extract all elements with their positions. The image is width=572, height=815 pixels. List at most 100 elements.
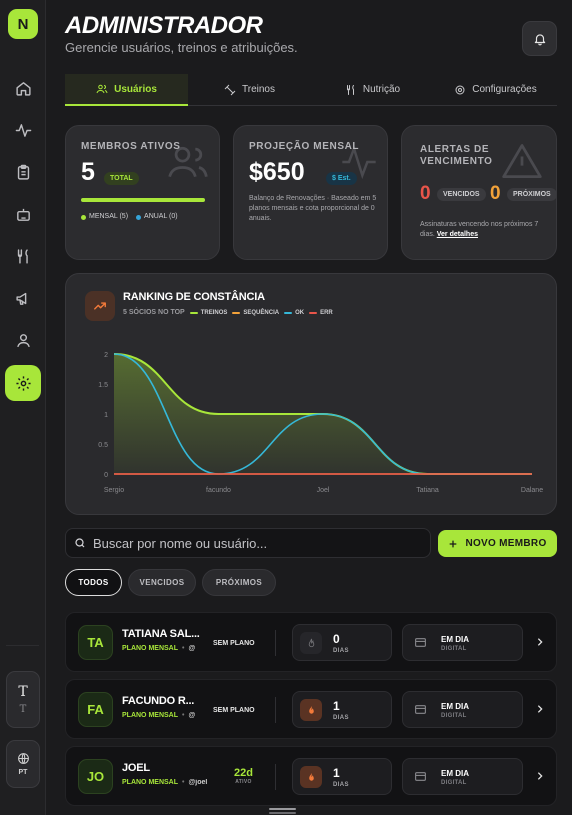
member-status: SEM PLANO (213, 707, 255, 714)
member-name: TATIANA SAL... (122, 628, 200, 640)
chevron-right-icon[interactable] (535, 635, 545, 649)
payment-type: DIGITAL (441, 713, 467, 719)
credit-card-icon (415, 638, 426, 647)
x-tick-label: Sergio (104, 487, 124, 494)
app-logo[interactable]: N (8, 9, 38, 39)
avatar: JO (78, 759, 113, 794)
search-icon (75, 538, 85, 548)
dumbbell-icon (224, 84, 236, 95)
robot-icon[interactable] (6, 197, 40, 231)
x-tick-label: Joel (317, 487, 330, 494)
members-progress-track (81, 198, 205, 202)
members-count: 5 (81, 158, 95, 186)
payment-type: DIGITAL (441, 780, 467, 786)
legend-annual: ANUAL (0) (136, 212, 178, 222)
tab-configuracoes[interactable]: Configurações (434, 74, 557, 105)
member-row[interactable]: JO JOEL PLANO MENSAL • @joel 22d ATIVO 1 D… (65, 746, 557, 806)
credit-card-icon (415, 705, 426, 714)
payment-box: EM DIA DIGITAL (402, 758, 523, 795)
search-input[interactable] (93, 535, 413, 551)
member-status: SEM PLANO (213, 640, 255, 647)
expired-count: 0 (420, 183, 431, 204)
members-label: MEMBROS ATIVOS (81, 141, 181, 152)
members-progress-fill (81, 198, 205, 202)
active-days-label: ATIVO (235, 779, 252, 785)
streak-label: DIAS (333, 648, 349, 654)
utensils-icon[interactable] (6, 239, 40, 273)
ranking-chart: 0 0.5 1 1.5 2 Sergio facundo Joel Tatiana Dalane (98, 352, 543, 494)
member-username: @joel (188, 779, 208, 786)
streak-box: 1 DIAS (292, 691, 392, 728)
font-size-large[interactable]: T (18, 684, 27, 700)
gear-icon[interactable] (5, 365, 41, 401)
streak-count: 1 (333, 766, 340, 780)
upcoming-count: 0 (490, 183, 501, 204)
y-tick-label: 0 (104, 472, 108, 479)
megaphone-icon[interactable] (6, 281, 40, 315)
sidebar: N T T PT (0, 0, 46, 815)
member-plan: PLANO MENSAL•@... (122, 645, 196, 652)
clipboard-icon[interactable] (6, 155, 40, 189)
payment-type: DIGITAL (441, 646, 467, 652)
avatar: TA (78, 625, 113, 660)
streak-count: 1 (333, 699, 340, 713)
bell-icon (534, 33, 545, 45)
streak-label: DIAS (333, 782, 349, 788)
alerts-description: Assinaturas vencendo nos próximos 7 dias… (420, 221, 539, 238)
projection-label: PROJEÇÃO MENSAL (249, 141, 360, 152)
member-username: @... (188, 645, 196, 652)
tab-treinos[interactable]: Treinos (188, 74, 311, 105)
plus-icon (450, 540, 457, 547)
language-code: PT (18, 769, 28, 776)
payment-box: EM DIA DIGITAL (402, 691, 523, 728)
members-card: MEMBROS ATIVOS 5 TOTAL MENSAL (5) ANUAL … (65, 125, 220, 260)
streak-box: 1 DIAS (292, 758, 392, 795)
member-row[interactable]: TA TATIANA SAL... PLANO MENSAL•@... SEM … (65, 612, 557, 672)
projection-description: Balanço de Renovações · Baseado em 5 pla… (249, 195, 377, 222)
alerts-label: ALERTAS DE VENCIMENTO (420, 144, 493, 167)
alerts-details-link[interactable]: Ver detalhes (437, 231, 478, 238)
filter-vencidos[interactable]: VENCIDOS (128, 569, 196, 596)
payment-status: EM DIA (441, 635, 469, 644)
member-row[interactable]: FA FACUNDO R... PLANO MENSAL•@... SEM PL… (65, 679, 557, 739)
payment-status: EM DIA (441, 769, 469, 778)
activity-icon[interactable] (6, 113, 40, 147)
flame-icon (300, 699, 322, 721)
chevron-right-icon[interactable] (535, 769, 545, 783)
filter-todos[interactable]: TODOS (65, 569, 122, 596)
flame-icon (300, 632, 322, 654)
globe-icon (17, 753, 29, 764)
tab-bar: Usuários Treinos Nutrição Configurações (65, 74, 557, 106)
total-badge: TOTAL (104, 172, 139, 185)
streak-box: 0 DIAS (292, 624, 392, 661)
font-size-small[interactable]: T (20, 704, 27, 715)
font-size-toggle[interactable]: T T (6, 671, 40, 728)
alerts-card: ALERTAS DE VENCIMENTO 0 VENCIDOS 0 PRÓXI… (401, 125, 557, 260)
filter-proximos[interactable]: PRÓXIMOS (202, 569, 276, 596)
avatar: FA (78, 692, 113, 727)
legend-monthly: MENSAL (5) (81, 212, 128, 222)
x-tick-label: Dalane (521, 487, 543, 494)
tab-nutricao[interactable]: Nutrição (311, 74, 434, 105)
new-member-button[interactable]: NOVO MEMBRO (438, 530, 557, 557)
tab-usuarios[interactable]: Usuários (65, 74, 188, 106)
chevron-right-icon[interactable] (535, 702, 545, 716)
home-icon[interactable] (6, 71, 40, 105)
y-tick-label: 1 (104, 412, 108, 419)
language-button[interactable]: PT (6, 740, 40, 788)
y-tick-label: 0.5 (98, 442, 108, 449)
scroll-handle-secondary (269, 812, 296, 814)
gear-icon (455, 85, 465, 94)
scroll-handle[interactable] (269, 808, 296, 810)
member-username: @... (188, 712, 196, 719)
tab-label: Treinos (242, 84, 275, 95)
expired-badge: VENCIDOS (437, 188, 486, 201)
member-name: JOEL (122, 762, 150, 774)
warning-icon (502, 144, 542, 179)
x-tick-label: facundo (206, 487, 231, 494)
divider (275, 697, 276, 723)
x-tick-label: Tatiana (416, 487, 439, 494)
utensils-icon (346, 84, 354, 95)
user-icon[interactable] (6, 323, 40, 357)
notifications-button[interactable] (522, 21, 557, 56)
